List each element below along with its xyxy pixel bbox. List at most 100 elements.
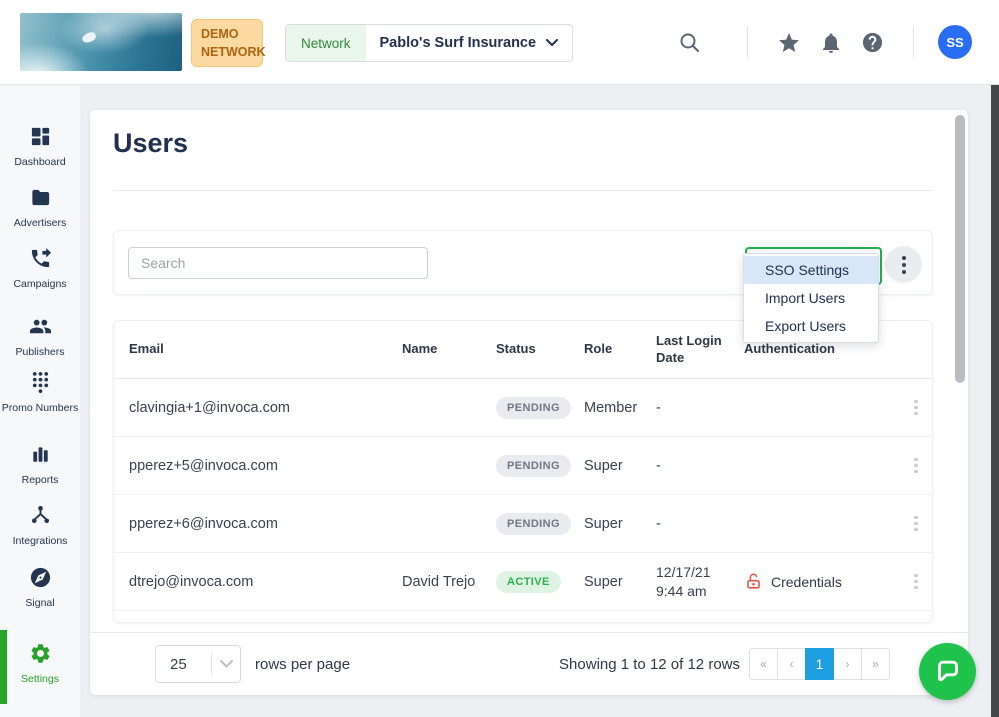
chevron-down-icon	[212, 660, 240, 668]
cell-email: pperez+5@invoca.com	[129, 458, 402, 474]
table-row: dtrejo@invoca.com David Trejo ACTIVE Sup…	[114, 553, 932, 611]
table-row: clavingia+1@invoca.com PENDING Member -	[114, 379, 932, 437]
phone-forward-icon	[29, 247, 52, 270]
column-header-status[interactable]: Status	[496, 341, 584, 357]
gear-icon	[29, 642, 52, 665]
chat-bubble-icon	[933, 657, 963, 687]
table-row: pperez+6@invoca.com PENDING Super -	[114, 495, 932, 553]
sidebar-item-label: Settings	[0, 673, 80, 687]
rows-per-page-label: rows per page	[255, 656, 350, 673]
lock-open-icon	[744, 572, 763, 591]
cell-last-login: -	[656, 400, 744, 416]
sidebar-item-advertisers[interactable]: Advertisers	[0, 186, 80, 231]
pagination-page-1-button[interactable]: 1	[805, 648, 834, 680]
status-badge: PENDING	[496, 455, 571, 477]
compass-icon	[29, 566, 52, 589]
sidebar-item-signal[interactable]: Signal	[0, 566, 80, 611]
network-name: Pablo's Surf Insurance	[380, 35, 537, 51]
network-selector-label: Network	[286, 25, 366, 61]
vertical-scrollbar[interactable]	[955, 115, 965, 383]
kebab-dot	[902, 256, 906, 260]
header-divider	[747, 26, 748, 59]
dialpad-icon	[29, 371, 52, 394]
column-header-name[interactable]: Name	[402, 341, 496, 357]
top-header: DEMO NETWORK Network Pablo's Surf Insura…	[0, 0, 999, 85]
status-badge: PENDING	[496, 513, 571, 535]
app-screen: DEMO NETWORK Network Pablo's Surf Insura…	[0, 0, 999, 717]
users-table: Email Name Status Role Last Login Date A…	[113, 320, 933, 623]
kebab-dot	[902, 270, 906, 274]
cell-email: clavingia+1@invoca.com	[129, 400, 402, 416]
page-title: Users	[113, 128, 188, 159]
sidebar-item-label: Reports	[0, 474, 80, 488]
sidebar-item-label: Campaigns	[0, 278, 80, 292]
sidebar-item-label: Publishers	[0, 346, 80, 360]
network-selector[interactable]: Network Pablo's Surf Insurance	[285, 24, 573, 62]
row-kebab-menu-button[interactable]	[902, 458, 930, 474]
kebab-dot	[902, 263, 906, 267]
network-wave-logo	[20, 13, 182, 71]
column-header-authentication[interactable]: Authentication	[744, 341, 902, 357]
dashboard-grid-icon	[29, 125, 52, 148]
row-kebab-menu-button[interactable]	[902, 574, 930, 590]
notifications-bell-icon[interactable]	[819, 31, 843, 55]
pagination-next-button[interactable]: ›	[833, 648, 862, 680]
showing-rows-text: Showing 1 to 12 of 12 rows	[559, 656, 740, 673]
user-avatar[interactable]: SS	[938, 25, 972, 59]
column-header-last-login-date[interactable]: Last Login Date	[656, 333, 744, 366]
pagination: « ‹ 1 › »	[749, 648, 890, 680]
sidebar-item-label: Dashboard	[0, 156, 80, 170]
sidebar-item-integrations[interactable]: Integrations	[0, 504, 80, 549]
favorites-star-icon[interactable]	[777, 31, 801, 55]
sidebar-item-dashboard[interactable]: Dashboard	[0, 125, 80, 170]
table-footer: 25 rows per page Showing 1 to 12 of 12 r…	[90, 632, 968, 695]
cell-email: pperez+6@invoca.com	[129, 516, 402, 532]
cell-role: Super	[584, 458, 656, 474]
column-header-role[interactable]: Role	[584, 341, 656, 357]
row-kebab-menu-button[interactable]	[902, 516, 930, 532]
sidebar-item-promo-numbers[interactable]: Promo Numbers	[0, 371, 80, 416]
search-icon[interactable]	[678, 31, 702, 55]
pagination-last-button[interactable]: »	[861, 648, 890, 680]
sidebar-item-reports[interactable]: Reports	[0, 443, 80, 488]
pagination-prev-button[interactable]: ‹	[777, 648, 806, 680]
cell-role: Super	[584, 574, 656, 590]
people-icon	[29, 315, 52, 338]
cell-last-login: -	[656, 458, 744, 474]
search-input[interactable]	[128, 247, 428, 279]
demo-network-badge: DEMO NETWORK	[191, 19, 263, 67]
authentication-label: Credentials	[771, 574, 842, 590]
sidebar-item-label: Advertisers	[0, 217, 80, 231]
help-icon[interactable]	[861, 31, 884, 54]
sidebar-item-label: Integrations	[0, 535, 80, 549]
node-network-icon	[29, 504, 52, 527]
menu-item-sso-settings[interactable]: SSO Settings	[744, 256, 878, 284]
status-badge: PENDING	[496, 397, 571, 419]
menu-item-export-users[interactable]: Export Users	[744, 312, 878, 340]
status-badge: ACTIVE	[496, 571, 561, 593]
rows-per-page-value: 25	[156, 656, 211, 673]
chevron-down-icon	[546, 39, 558, 47]
title-divider	[113, 190, 933, 191]
cell-authentication: Credentials	[744, 572, 902, 591]
column-header-email[interactable]: Email	[129, 341, 402, 357]
cell-last-login: -	[656, 516, 744, 532]
screen-right-edge	[991, 85, 999, 717]
sidebar-nav: Dashboard Advertisers Campaigns Publishe…	[0, 86, 80, 717]
cell-role: Member	[584, 400, 656, 416]
chat-widget-button[interactable]	[919, 643, 976, 700]
sidebar-item-campaigns[interactable]: Campaigns	[0, 247, 80, 292]
actions-dropdown-menu: SSO Settings Import Users Export Users	[743, 253, 879, 343]
toolbar-kebab-menu-button[interactable]	[885, 246, 922, 283]
row-kebab-menu-button[interactable]	[902, 400, 930, 416]
sidebar-item-settings[interactable]: Settings	[0, 642, 80, 687]
sidebar-item-publishers[interactable]: Publishers	[0, 315, 80, 360]
rows-per-page-select[interactable]: 25	[155, 645, 241, 683]
cell-email: dtrejo@invoca.com	[129, 574, 402, 590]
cell-name: David Trejo	[402, 574, 496, 590]
cell-last-login: 12/17/21 9:44 am	[656, 563, 744, 601]
pagination-first-button[interactable]: «	[749, 648, 778, 680]
bar-chart-icon	[29, 443, 52, 466]
menu-item-import-users[interactable]: Import Users	[744, 284, 878, 312]
folder-icon	[29, 186, 52, 209]
